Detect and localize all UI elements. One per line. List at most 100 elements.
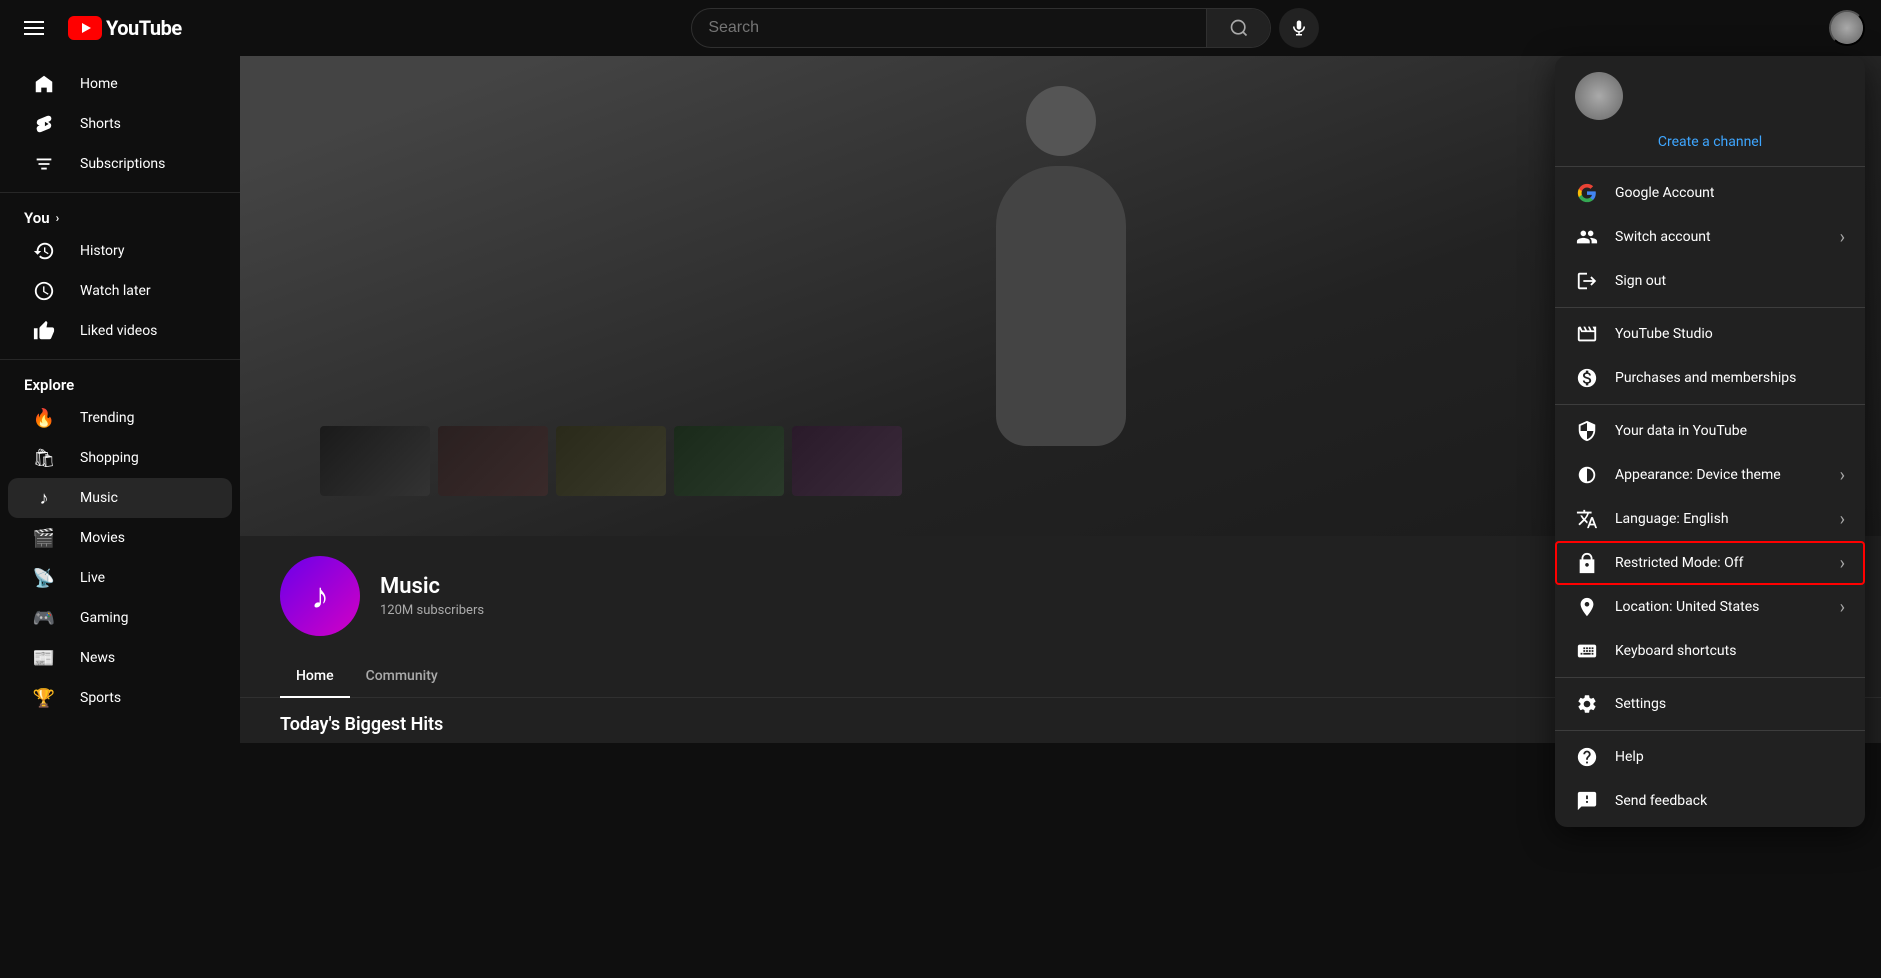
tab-home[interactable]: Home — [280, 656, 350, 698]
sidebar-label-history: History — [80, 243, 125, 259]
dropdown-item-appearance[interactable]: Appearance: Device theme › — [1555, 453, 1865, 497]
keyboard-shortcuts-icon — [1575, 639, 1599, 663]
sidebar-label-movies: Movies — [80, 530, 125, 546]
dropdown-purchases-label: Purchases and memberships — [1615, 370, 1845, 386]
sidebar-label-gaming: Gaming — [80, 610, 128, 626]
channel-avatar: ♪ — [280, 556, 360, 636]
sidebar-item-news[interactable]: 📰 News — [8, 638, 232, 678]
dropdown-switch-account-label: Switch account — [1615, 229, 1824, 245]
dropdown-restricted-mode-label: Restricted Mode: Off — [1615, 555, 1824, 571]
sidebar-item-shopping[interactable]: 🛍 Shopping — [8, 438, 232, 478]
dropdown-section-4: Settings — [1555, 678, 1865, 731]
search-button[interactable] — [1206, 8, 1270, 48]
sidebar-label-shorts: Shorts — [80, 116, 121, 132]
dropdown-google-account-label: Google Account — [1615, 185, 1845, 201]
channel-subscribers: 120M subscribers — [380, 603, 484, 618]
dropdown-item-keyboard-shortcuts[interactable]: Keyboard shortcuts — [1555, 629, 1865, 673]
dropdown-item-help[interactable]: Help — [1555, 735, 1865, 779]
sidebar-item-movies[interactable]: 🎬 Movies — [8, 518, 232, 558]
trending-icon: 🔥 — [32, 406, 56, 430]
sidebar-item-home[interactable]: Home — [8, 64, 232, 104]
sidebar-item-sports[interactable]: 🏆 Sports — [8, 678, 232, 718]
language-icon — [1575, 507, 1599, 531]
hero-thumb-1[interactable] — [320, 426, 430, 496]
dropdown-item-location[interactable]: Location: United States › — [1555, 585, 1865, 629]
sidebar-divider-2 — [0, 359, 240, 360]
sidebar-item-subscriptions[interactable]: Subscriptions — [8, 144, 232, 184]
sidebar-item-live[interactable]: 📡 Live — [8, 558, 232, 598]
dropdown-section-5: Help Send feedback — [1555, 731, 1865, 827]
sidebar-item-trending[interactable]: 🔥 Trending — [8, 398, 232, 438]
channel-name: Music — [380, 574, 484, 599]
appearance-icon — [1575, 463, 1599, 487]
sidebar-label-news: News — [80, 650, 115, 666]
subscriptions-icon — [32, 152, 56, 176]
dropdown-settings-label: Settings — [1615, 696, 1845, 712]
tab-community[interactable]: Community — [350, 656, 454, 698]
dropdown-item-your-data[interactable]: Your data in YouTube — [1555, 409, 1865, 453]
dropdown-your-data-label: Your data in YouTube — [1615, 423, 1845, 439]
sidebar-item-gaming[interactable]: 🎮 Gaming — [8, 598, 232, 638]
search-icon — [1229, 18, 1249, 38]
sidebar-label-trending: Trending — [80, 410, 135, 426]
hero-thumb-5[interactable] — [792, 426, 902, 496]
news-icon: 📰 — [32, 646, 56, 670]
sidebar-explore-section: Explore — [0, 368, 240, 398]
account-avatar-button[interactable] — [1829, 10, 1865, 46]
dropdown-item-google-account[interactable]: Google Account — [1555, 171, 1865, 215]
youtube-logo[interactable]: YouTube — [68, 16, 182, 40]
mic-button[interactable] — [1279, 8, 1319, 48]
dropdown-user-header: Create a channel — [1555, 56, 1865, 167]
sidebar-item-watch-later[interactable]: Watch later — [8, 271, 232, 311]
google-icon — [1575, 181, 1599, 205]
hero-thumb-4[interactable] — [674, 426, 784, 496]
liked-videos-icon — [32, 319, 56, 343]
channel-info: Music 120M subscribers — [380, 574, 484, 618]
history-icon — [32, 239, 56, 263]
dropdown-item-youtube-studio[interactable]: YouTube Studio — [1555, 312, 1865, 356]
hero-thumb-2[interactable] — [438, 426, 548, 496]
dropdown-send-feedback-label: Send feedback — [1615, 793, 1845, 809]
sidebar-item-shorts[interactable]: Shorts — [8, 104, 232, 144]
movies-icon: 🎬 — [32, 526, 56, 550]
dropdown-item-sign-out[interactable]: Sign out — [1555, 259, 1865, 303]
dropdown-keyboard-shortcuts-label: Keyboard shortcuts — [1615, 643, 1845, 659]
create-channel-link[interactable]: Create a channel — [1575, 126, 1845, 154]
music-icon: ♪ — [32, 486, 56, 510]
sidebar-label-liked-videos: Liked videos — [80, 323, 157, 339]
sidebar-you-section[interactable]: You › — [0, 201, 240, 231]
dropdown-avatar — [1575, 72, 1623, 120]
sidebar-label-sports: Sports — [80, 690, 121, 706]
youtube-studio-icon — [1575, 322, 1599, 346]
dropdown-location-label: Location: United States — [1615, 599, 1824, 615]
switch-account-icon — [1575, 225, 1599, 249]
dropdown-item-language[interactable]: Language: English › — [1555, 497, 1865, 541]
account-dropdown: Create a channel Google Account Switch a… — [1555, 56, 1865, 827]
hero-thumbnails — [320, 426, 902, 496]
settings-icon — [1575, 692, 1599, 716]
sidebar-label-live: Live — [80, 570, 105, 586]
live-icon: 📡 — [32, 566, 56, 590]
menu-button[interactable] — [16, 13, 52, 43]
sidebar-item-liked-videos[interactable]: Liked videos — [8, 311, 232, 351]
sidebar-explore-label: Explore — [24, 376, 74, 394]
topnav: YouTube — [0, 0, 1881, 56]
dropdown-item-purchases[interactable]: Purchases and memberships — [1555, 356, 1865, 400]
dropdown-item-switch-account[interactable]: Switch account › — [1555, 215, 1865, 259]
sports-icon: 🏆 — [32, 686, 56, 710]
home-icon — [32, 72, 56, 96]
search-input[interactable] — [692, 19, 1206, 37]
sidebar-item-history[interactable]: History — [8, 231, 232, 271]
mic-icon — [1290, 19, 1308, 37]
watch-later-icon — [32, 279, 56, 303]
restricted-mode-chevron: › — [1840, 553, 1845, 574]
dropdown-item-send-feedback[interactable]: Send feedback — [1555, 779, 1865, 823]
location-chevron: › — [1840, 597, 1845, 618]
sidebar-item-music[interactable]: ♪ Music — [8, 478, 232, 518]
dropdown-item-settings[interactable]: Settings — [1555, 682, 1865, 726]
dropdown-item-restricted-mode[interactable]: Restricted Mode: Off › — [1555, 541, 1865, 585]
language-chevron: › — [1840, 509, 1845, 530]
sidebar-label-home: Home — [80, 76, 118, 92]
send-feedback-icon — [1575, 789, 1599, 813]
hero-thumb-3[interactable] — [556, 426, 666, 496]
